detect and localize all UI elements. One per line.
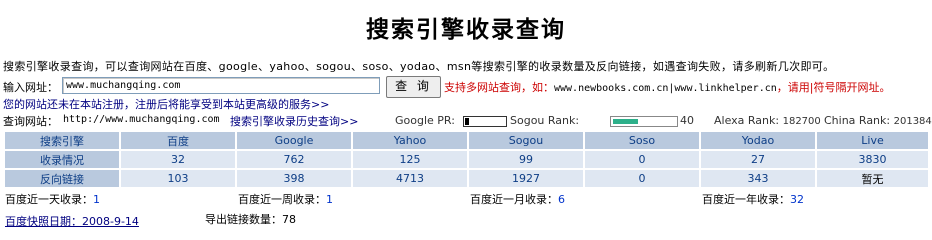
baidu-week-stat: 百度近一周收录：1 [238,191,333,207]
sogou-rank-bar [610,116,678,127]
alexa-rank: Alexa Rank: 182700 [714,114,821,127]
table-cell: 103 [121,170,235,187]
example-urls: www.newbooks.com.cn|www.linkhelper.cn [554,83,777,94]
table-header-cell: 百度 [121,132,235,149]
baidu-day-label: 百度近一天收录： [5,193,93,206]
snapshot-date-value[interactable]: 2008-9-14 [82,215,139,228]
baidu-year-stat: 百度近一年收录：32 [702,191,804,207]
sogou-rank-value: 40 [680,114,694,127]
baidu-month-stat: 百度近一月收录：6 [470,191,565,207]
sogou-rank-fill [613,119,638,124]
multi-site-note-text: 支持多网站查询，如： [444,81,554,94]
query-site-label: 查询网站： [3,115,58,128]
url-label: 输入网址： [3,81,58,94]
baidu-week-value: 1 [326,193,333,206]
alexa-rank-label: Alexa Rank: [714,114,780,127]
page-title: 搜索引擎收录查询 [366,16,566,43]
table-cell: 343 [701,170,815,187]
outlinks-stat: 导出链接数量：78 [205,211,296,227]
china-rank: China Rank: 201384 [824,114,932,127]
table-cell: 762 [237,151,351,168]
table-row-label: 收录情况 [5,151,119,168]
google-pr-bar [463,116,507,127]
snapshot-date-label[interactable]: 百度快照日期： [5,215,82,228]
china-rank-value: 201384 [893,116,932,127]
baidu-day-value: 1 [93,193,100,206]
baidu-day-stat: 百度近一天收录：1 [5,191,100,207]
table-cell: 暂无 [817,170,928,187]
table-header-row: 搜索引擎 百度 Google Yahoo Sogou Soso Yodao Li… [5,132,928,149]
outlinks-label: 导出链接数量： [205,213,282,226]
table-row: 收录情况 32 762 125 99 0 27 3830 [5,151,928,168]
query-button[interactable]: 查 询 [386,76,441,98]
google-pr-label: Google PR: [395,114,455,127]
query-site-url: http://www.muchangqing.com [63,114,220,125]
table-cell: 99 [469,151,583,168]
alexa-rank-value: 182700 [782,116,821,127]
table-header-cell: 搜索引擎 [5,132,119,149]
table-header-cell: Google [237,132,351,149]
table-header-cell: Yodao [701,132,815,149]
table-cell: 0 [585,151,699,168]
table-cell: 4713 [353,170,467,187]
table-row: 反向链接 103 398 4713 1927 0 343 暂无 [5,170,928,187]
sogou-rank-label: Sogou Rank: [510,114,580,127]
table-header-cell: Soso [585,132,699,149]
table-cell: 0 [585,170,699,187]
history-link[interactable]: 搜索引擎收录历史查询>> [230,115,358,128]
table-cell: 32 [121,151,235,168]
outlinks-value: 78 [282,213,296,226]
baidu-week-label: 百度近一周收录： [238,193,326,206]
table-cell: 27 [701,151,815,168]
baidu-month-label: 百度近一月收录： [470,193,558,206]
url-input[interactable] [62,77,380,94]
table-header-cell: Sogou [469,132,583,149]
results-table: 搜索引擎 百度 Google Yahoo Sogou Soso Yodao Li… [3,130,930,189]
baidu-year-value: 32 [790,193,804,206]
table-header-cell: Yahoo [353,132,467,149]
table-cell: 125 [353,151,467,168]
china-rank-label: China Rank: [824,114,891,127]
baidu-month-value: 6 [558,193,565,206]
table-cell: 3830 [817,151,928,168]
register-link[interactable]: 您的网站还未在本站注册，注册后将能享受到本站更高级的服务>> [3,98,329,111]
baidu-year-label: 百度近一年收录： [702,193,790,206]
multi-site-note-tail: ，请用|符号隔开网址。 [776,81,891,94]
table-header-cell: Live [817,132,928,149]
multi-site-note: 支持多网站查询，如：www.newbooks.com.cn|www.linkhe… [444,79,890,95]
table-cell: 398 [237,170,351,187]
snapshot-date[interactable]: 百度快照日期：2008-9-14 [5,213,139,229]
page-description: 搜索引擎收录查询，可以查询网站在百度、google、yahoo、sogou、so… [3,60,835,73]
table-cell: 1927 [469,170,583,187]
table-row-label: 反向链接 [5,170,119,187]
